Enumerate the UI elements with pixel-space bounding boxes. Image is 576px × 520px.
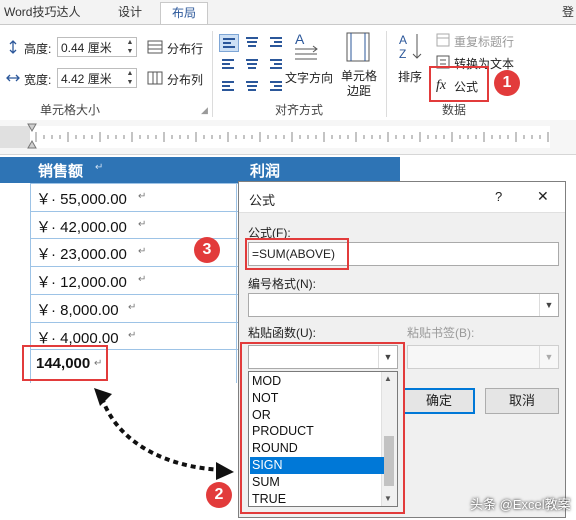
- cell-margins-button-line2[interactable]: 边距: [347, 82, 371, 99]
- paragraph-mark: ↵: [138, 274, 147, 285]
- tab-layout[interactable]: 布局: [160, 2, 208, 25]
- number-format-select[interactable]: ▼: [248, 293, 559, 317]
- column-width-icon: [6, 74, 20, 82]
- sales-cell[interactable]: ￥· 42,000.00: [36, 216, 127, 237]
- paste-bookmark-select[interactable]: ▼: [407, 345, 559, 369]
- ribbon-tab-bar: Word技巧达人 设计 布局 登: [0, 0, 576, 25]
- svg-text:Z: Z: [399, 47, 406, 61]
- svg-text:A: A: [295, 31, 305, 47]
- highlight-formula-button: [429, 66, 489, 102]
- height-spinner[interactable]: ▲ ▼: [124, 38, 136, 56]
- cell-size-group-label: 单元格大小: [40, 103, 101, 117]
- header-profit: 利润: [250, 163, 281, 180]
- header-mark: ↵: [95, 162, 104, 173]
- paste-bookmark-label: 粘贴书签(B):: [407, 326, 475, 340]
- align-cell-button[interactable]: [267, 78, 285, 94]
- width-spinner[interactable]: ▲ ▼: [124, 69, 136, 87]
- watermark: 头条 @Excel教案: [470, 497, 571, 512]
- header-sales: 销售额: [38, 163, 84, 180]
- paragraph-mark: ↵: [128, 330, 137, 341]
- sort-button[interactable]: 排序: [398, 68, 422, 85]
- align-cell-button[interactable]: [267, 34, 285, 50]
- height-value: 0.44 厘米: [61, 41, 112, 55]
- svg-text:A: A: [399, 33, 407, 47]
- alignment-group-label: 对齐方式: [275, 103, 324, 117]
- align-cell-button[interactable]: [219, 34, 239, 52]
- step-2-badge: 2: [206, 482, 232, 508]
- app-title-tab[interactable]: Word技巧达人: [4, 2, 94, 24]
- distribute-columns-button[interactable]: 分布列: [167, 71, 203, 88]
- group-separator: [212, 31, 213, 117]
- step-3-badge: 3: [194, 237, 220, 263]
- highlight-formula-input: [245, 238, 349, 270]
- account-edge-text[interactable]: 登: [560, 2, 576, 24]
- ruler-ticks: [0, 123, 550, 149]
- chevron-down-icon[interactable]: ▼: [539, 346, 558, 368]
- sales-cell[interactable]: ￥· 8,000.00: [36, 299, 119, 320]
- help-button[interactable]: ?: [495, 189, 502, 204]
- repeat-header-icon: [436, 33, 450, 47]
- text-direction-icon: A: [295, 31, 318, 60]
- sales-cell[interactable]: ￥· 12,000.00: [36, 271, 127, 292]
- paragraph-mark: ↵: [138, 219, 147, 230]
- height-input[interactable]: 0.44 厘米 ▲ ▼: [57, 37, 137, 57]
- cell-margins-icon: [346, 32, 370, 62]
- number-format-label: 编号格式(N):: [248, 277, 316, 291]
- repeat-header-button[interactable]: 重复标题行: [454, 33, 514, 50]
- dotted-arrow-icon: [94, 388, 234, 480]
- paragraph-mark: ↵: [128, 302, 137, 313]
- sales-cell[interactable]: ￥· 55,000.00: [36, 188, 127, 209]
- table-border: [236, 183, 237, 383]
- paste-function-label: 粘贴函数(U):: [248, 326, 316, 340]
- paragraph-mark: ↵: [138, 246, 147, 257]
- paragraph-mark: ↵: [138, 191, 147, 202]
- width-label: 宽度:: [24, 73, 52, 87]
- distribute-rows-button[interactable]: 分布行: [167, 40, 203, 57]
- sort-icon: AZ: [399, 33, 422, 61]
- highlight-function-list: [240, 342, 405, 514]
- group-separator: [386, 31, 387, 117]
- dialog-title: 公式: [249, 193, 276, 208]
- align-cell-button[interactable]: [243, 78, 261, 94]
- ribbon-body: 高度: 0.44 厘米 ▲ ▼ 宽度: 4.42 厘米 ▲ ▼ 分布行 分布列 单元格大…: [0, 24, 576, 121]
- dialog-launcher-icon[interactable]: ◢: [201, 105, 208, 116]
- close-button[interactable]: ✕: [537, 188, 549, 205]
- distribute-columns-icon: [147, 71, 163, 85]
- align-cell-button[interactable]: [267, 56, 285, 72]
- width-value: 4.42 厘米: [61, 72, 112, 86]
- chevron-down-icon[interactable]: ▼: [539, 294, 558, 316]
- align-cell-button[interactable]: [243, 34, 261, 50]
- height-label: 高度:: [24, 42, 52, 56]
- dialog-title-bar: 公式 ? ✕: [239, 182, 565, 213]
- row-height-icon: [9, 40, 17, 54]
- ok-button[interactable]: 确定: [403, 388, 475, 414]
- tab-design[interactable]: 设计: [110, 2, 150, 24]
- align-cell-button[interactable]: [219, 56, 237, 72]
- highlight-total-cell: [22, 345, 108, 381]
- align-cell-button[interactable]: [219, 78, 237, 94]
- sales-cell[interactable]: ￥· 23,000.00: [36, 243, 127, 264]
- cancel-button[interactable]: 取消: [485, 388, 559, 414]
- data-group-label: 数据: [442, 103, 467, 117]
- step-1-badge: 1: [494, 70, 520, 96]
- width-input[interactable]: 4.42 厘米 ▲ ▼: [57, 68, 137, 88]
- align-cell-button[interactable]: [243, 56, 261, 72]
- text-direction-button[interactable]: 文字方向: [285, 69, 333, 86]
- distribute-rows-icon: [147, 40, 163, 54]
